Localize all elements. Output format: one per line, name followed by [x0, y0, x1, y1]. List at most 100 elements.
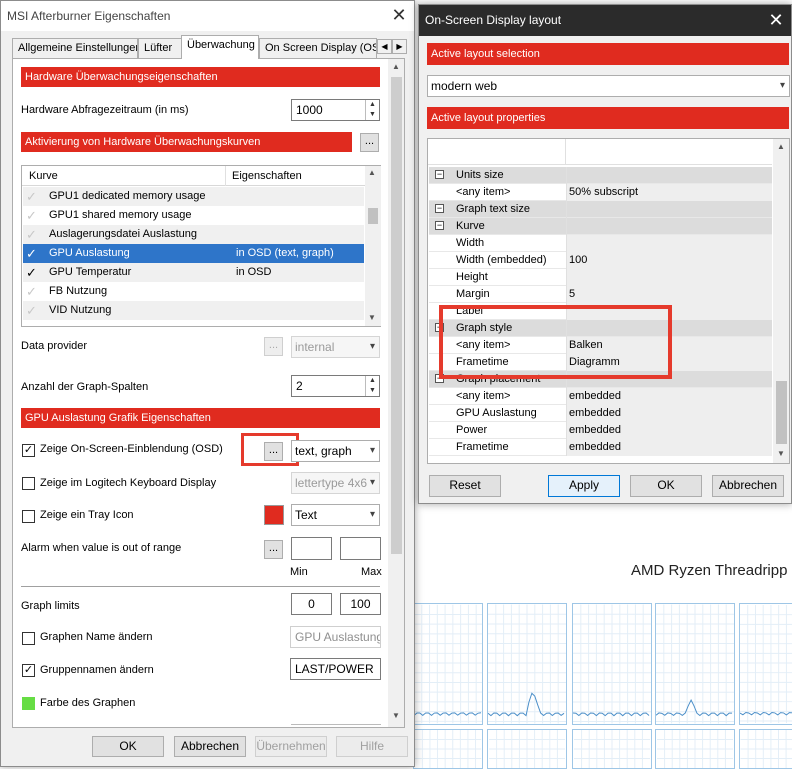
tray-mode-select[interactable]: Text ▾ [291, 504, 380, 526]
property-value[interactable] [566, 269, 772, 286]
check-placeholder-icon[interactable]: ✓ [26, 187, 37, 206]
rename-graph-checkbox[interactable] [22, 632, 35, 645]
graph-limit-max-input[interactable]: 100 [340, 593, 381, 615]
property-value[interactable] [566, 201, 772, 218]
property-row[interactable]: <any item> embedded [429, 388, 772, 405]
property-value[interactable] [566, 235, 772, 252]
layout-properties-header: Active layout properties [427, 107, 789, 129]
layout-select[interactable]: modern web ▾ [427, 75, 790, 97]
logitech-select[interactable]: lettertype 4x6 ▾ [291, 472, 380, 494]
alarm-min-input[interactable] [291, 537, 332, 560]
tab-monitoring[interactable]: Überwachung [181, 35, 259, 59]
graph-color-swatch[interactable] [22, 697, 35, 710]
tab-general[interactable]: Allgemeine Einstellungen [12, 38, 138, 58]
property-value[interactable]: embedded [566, 388, 772, 405]
tray-color-swatch[interactable] [264, 505, 284, 525]
property-value[interactable]: embedded [566, 405, 772, 422]
osd-cancel-button[interactable]: Abbrechen [712, 475, 784, 497]
properties-scroll-thumb[interactable] [776, 381, 787, 444]
properties-header [428, 139, 772, 165]
alarm-max-input[interactable] [340, 537, 381, 560]
panel-scroll-thumb[interactable] [391, 77, 402, 554]
check-placeholder-icon[interactable]: ✓ [26, 206, 37, 225]
alarm-more-button[interactable]: ... [264, 540, 283, 559]
rename-graph-input[interactable]: GPU Auslastung [290, 626, 381, 648]
poll-spinner[interactable]: ▲ ▼ [365, 100, 379, 120]
close-icon[interactable]: ✕ [761, 6, 791, 36]
property-row[interactable]: Margin 5 [429, 286, 772, 303]
logitech-checkbox[interactable] [22, 477, 35, 490]
poll-input[interactable]: 1000 ▲ ▼ [291, 99, 380, 121]
tab-scroll-left-icon[interactable]: ◀ [377, 39, 392, 54]
property-group[interactable]: − Kurve [429, 218, 772, 235]
activation-more-button[interactable]: ... [360, 133, 379, 152]
group-name-checkbox[interactable]: ✓ [22, 664, 35, 677]
close-icon[interactable]: ✕ [384, 1, 414, 31]
property-row[interactable]: GPU Auslastung embedded [429, 405, 772, 422]
graph-columns-input[interactable]: 2 ▲ ▼ [291, 375, 380, 397]
data-provider-more-button[interactable]: ... [264, 337, 283, 356]
property-value[interactable]: 50% subscript [566, 184, 772, 201]
check-placeholder-icon[interactable]: ✓ [26, 282, 37, 301]
cpu-title: AMD Ryzen Threadripp [631, 562, 788, 579]
property-name: Margin [456, 288, 490, 300]
panel-scrollbar[interactable]: ▲ ▼ [388, 59, 404, 727]
list-item[interactable]: ✓ Auslagerungsdatei Auslastung [23, 225, 364, 244]
tab-scroll-right-icon[interactable]: ▶ [392, 39, 407, 54]
property-row[interactable]: Power embedded [429, 422, 772, 439]
check-icon[interactable]: ✓ [26, 263, 37, 282]
osd-mode-select[interactable]: text, graph ▾ [291, 440, 380, 462]
tray-checkbox[interactable] [22, 510, 35, 523]
property-group[interactable]: − Graph text size [429, 201, 772, 218]
property-row[interactable]: Height [429, 269, 772, 286]
properties-scrollbar[interactable]: ▲ ▼ [773, 139, 789, 463]
divider [21, 586, 380, 587]
graph-columns-spinner[interactable]: ▲ ▼ [365, 376, 379, 396]
property-value[interactable]: 5 [566, 286, 772, 303]
ab-titlebar: MSI Afterburner Eigenschaften [1, 1, 414, 31]
list-item[interactable]: ✓ GPU1 dedicated memory usage [23, 187, 364, 206]
apply-button[interactable]: Übernehmen [255, 736, 327, 757]
property-name: Units size [456, 169, 504, 181]
property-name: GPU Auslastung [456, 407, 537, 419]
property-value[interactable]: embedded [566, 422, 772, 439]
curve-list[interactable]: Kurve Eigenschaften ✓ GPU1 dedicated memo… [21, 165, 381, 327]
list-item[interactable]: ✓ GPU1 shared memory usage [23, 206, 364, 225]
list-item[interactable]: ✓ GPU Temperatur in OSD [23, 263, 364, 282]
osd-checkbox[interactable]: ✓ [22, 444, 35, 457]
section-hw-header: Hardware Überwachungseigenschaften [21, 67, 380, 87]
data-provider-select[interactable]: internal ▾ [291, 336, 380, 358]
property-row[interactable]: <any item> 50% subscript [429, 184, 772, 201]
property-row[interactable]: Width [429, 235, 772, 252]
check-icon[interactable]: ✓ [26, 244, 37, 263]
property-value[interactable] [566, 167, 772, 184]
ok-button[interactable]: OK [92, 736, 164, 757]
help-button[interactable]: Hilfe [336, 736, 408, 757]
property-row[interactable]: Width (embedded) 100 [429, 252, 772, 269]
collapse-icon[interactable]: − [435, 204, 444, 213]
collapse-icon[interactable]: − [435, 170, 444, 179]
list-item[interactable]: ✓ GPU Auslastung in OSD (text, graph) [23, 244, 364, 263]
check-placeholder-icon[interactable]: ✓ [26, 301, 37, 320]
list-scroll-thumb[interactable] [368, 208, 378, 224]
poll-value: 1000 [296, 103, 323, 117]
osd-apply-button[interactable]: Apply [548, 475, 620, 497]
reset-button[interactable]: Reset [429, 475, 501, 497]
cancel-button[interactable]: Abbrechen [174, 736, 246, 757]
check-placeholder-icon[interactable]: ✓ [26, 225, 37, 244]
osd-ok-button[interactable]: OK [630, 475, 702, 497]
property-value[interactable]: 100 [566, 252, 772, 269]
tab-osd[interactable]: On Screen Display (OS [259, 38, 377, 58]
group-name-input[interactable]: LAST/POWER [290, 658, 381, 680]
collapse-icon[interactable]: − [435, 221, 444, 230]
list-item[interactable]: ✓ VID Nutzung [23, 301, 364, 320]
list-scrollbar[interactable]: ▲ ▼ [365, 166, 381, 326]
tab-fan[interactable]: Lüfter [138, 38, 182, 58]
property-group[interactable]: − Units size [429, 167, 772, 184]
property-value[interactable] [566, 218, 772, 235]
list-item[interactable]: ✓ FB Nutzung [23, 282, 364, 301]
properties-grid[interactable]: − Units size <any item> 50% subscript − Graph… [427, 138, 790, 464]
graph-limit-min-input[interactable]: 0 [291, 593, 332, 615]
property-row[interactable]: Frametime embedded [429, 439, 772, 456]
property-value[interactable]: embedded [566, 439, 772, 456]
